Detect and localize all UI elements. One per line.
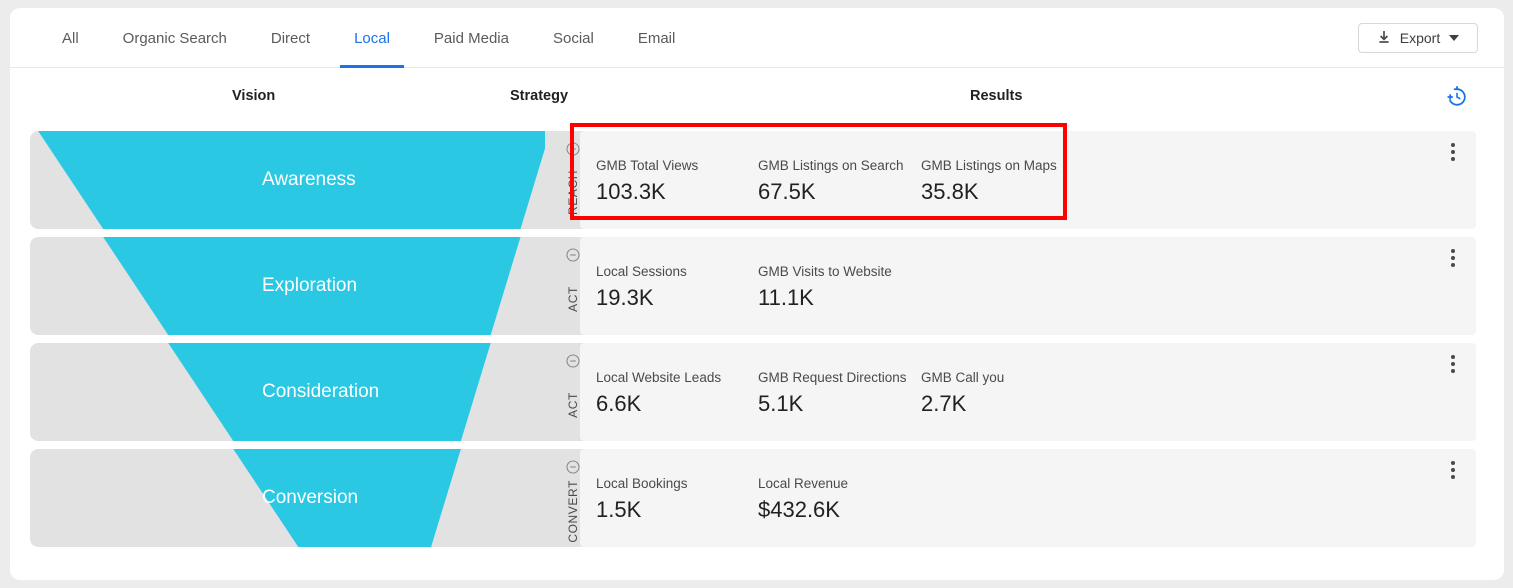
metric-value: 11.1K xyxy=(758,285,814,310)
tab-label: Social xyxy=(552,29,594,47)
metric-gmb-listings-on-search[interactable]: GMB Listings on Search 67.5K xyxy=(758,157,921,207)
more-vertical-icon[interactable] xyxy=(1442,245,1464,271)
funnel-stage-shape-exploration[interactable] xyxy=(30,237,572,335)
strategy-label: ACT xyxy=(565,286,580,312)
tab-label: Email xyxy=(637,29,676,47)
strategy-label: ACT xyxy=(565,392,580,418)
column-header-strategy: Strategy xyxy=(510,88,569,104)
tab-all[interactable]: All xyxy=(40,8,101,68)
metrics-list: Local Website Leads 6.6K GMB Request Dir… xyxy=(596,369,1081,419)
funnel-row-conversion: Conversion CONVERT Local Bookings 1.5K L… xyxy=(30,449,1476,547)
dot xyxy=(1451,475,1455,479)
dot xyxy=(1451,369,1455,373)
metric-gmb-call-you[interactable]: GMB Call you 2.7K xyxy=(921,369,1081,419)
metric-label: GMB Visits to Website xyxy=(758,264,892,279)
dot xyxy=(1451,355,1455,359)
funnel-stage-shape-consideration[interactable] xyxy=(30,343,572,441)
metric-value: 6.6K xyxy=(596,391,642,416)
metric-gmb-total-views[interactable]: GMB Total Views 103.3K xyxy=(596,157,758,207)
tab-paid-media[interactable]: Paid Media xyxy=(412,8,531,68)
dot xyxy=(1451,143,1455,147)
channel-tab-bar: All Organic Search Direct Local Paid Med… xyxy=(10,8,1504,68)
minus-circle-icon[interactable] xyxy=(565,142,580,161)
metrics-list: Local Sessions 19.3K GMB Visits to Websi… xyxy=(596,263,921,313)
metric-label: Local Revenue xyxy=(758,476,849,491)
history-clock-icon[interactable] xyxy=(1446,86,1468,113)
minus-circle-icon[interactable] xyxy=(565,248,580,267)
tab-label: All xyxy=(62,29,79,47)
metric-value: $432.6K xyxy=(758,497,840,522)
metric-label: GMB Call you xyxy=(921,370,1005,385)
tab-email[interactable]: Email xyxy=(616,8,698,68)
download-icon xyxy=(1377,30,1391,47)
export-label: Export xyxy=(1399,30,1441,46)
metric-label: GMB Listings on Maps xyxy=(921,158,1057,173)
dot xyxy=(1451,157,1455,161)
metric-value: 103.3K xyxy=(596,179,666,204)
funnel-slice xyxy=(38,131,551,229)
dot xyxy=(1451,249,1455,253)
tab-local[interactable]: Local xyxy=(332,8,412,68)
tab-list: All Organic Search Direct Local Paid Med… xyxy=(40,8,697,68)
funnel-row-exploration: Exploration ACT Local Sessions 19.3K GMB… xyxy=(30,237,1476,335)
results-panel-consideration: Local Website Leads 6.6K GMB Request Dir… xyxy=(580,343,1476,441)
funnel-stage-shape-conversion[interactable] xyxy=(30,449,572,547)
metric-value: 19.3K xyxy=(596,285,654,310)
metrics-list: GMB Total Views 103.3K GMB Listings on S… xyxy=(596,157,1081,207)
funnel-row-consideration: Consideration ACT Local Website Leads 6.… xyxy=(30,343,1476,441)
metric-label: Local Website Leads xyxy=(596,370,722,385)
tab-label: Local xyxy=(354,29,390,47)
dot xyxy=(1451,362,1455,366)
export-button[interactable]: Export xyxy=(1358,23,1478,53)
metric-label: GMB Total Views xyxy=(596,158,699,173)
funnel-stage-shape-awareness[interactable] xyxy=(30,131,572,229)
metric-value: 2.7K xyxy=(921,391,967,416)
metric-label: Local Bookings xyxy=(596,476,688,491)
strategy-label: CONVERT xyxy=(565,479,580,543)
results-panel-conversion: Local Bookings 1.5K Local Revenue $432.6… xyxy=(580,449,1476,547)
minus-circle-icon[interactable] xyxy=(565,460,580,479)
dot xyxy=(1451,461,1455,465)
metric-value: 5.1K xyxy=(758,391,804,416)
more-vertical-icon[interactable] xyxy=(1442,457,1464,483)
chevron-down-icon xyxy=(1449,35,1460,41)
dot xyxy=(1451,150,1455,154)
more-vertical-icon[interactable] xyxy=(1442,351,1464,377)
metric-value: 35.8K xyxy=(921,179,979,204)
column-header-vision: Vision xyxy=(232,88,276,104)
metric-value: 67.5K xyxy=(758,179,816,204)
funnel-report-card: All Organic Search Direct Local Paid Med… xyxy=(10,8,1504,580)
tab-label: Paid Media xyxy=(433,29,509,47)
more-vertical-icon[interactable] xyxy=(1442,139,1464,165)
metric-value: 1.5K xyxy=(596,497,642,522)
tab-label: Direct xyxy=(270,29,311,47)
metric-gmb-visits-to-website[interactable]: GMB Visits to Website 11.1K xyxy=(758,263,921,313)
metric-label: GMB Listings on Search xyxy=(758,158,904,173)
tab-direct[interactable]: Direct xyxy=(249,8,332,68)
metric-local-sessions[interactable]: Local Sessions 19.3K xyxy=(596,263,758,313)
metric-gmb-request-directions[interactable]: GMB Request Directions 5.1K xyxy=(758,369,921,419)
metric-local-website-leads[interactable]: Local Website Leads 6.6K xyxy=(596,369,758,419)
dot xyxy=(1451,468,1455,472)
metric-label: GMB Request Directions xyxy=(758,370,907,385)
results-panel-exploration: Local Sessions 19.3K GMB Visits to Websi… xyxy=(580,237,1476,335)
metric-label: Local Sessions xyxy=(596,264,687,279)
dot xyxy=(1451,256,1455,260)
minus-circle-icon[interactable] xyxy=(565,354,580,373)
dot xyxy=(1451,263,1455,267)
metric-local-bookings[interactable]: Local Bookings 1.5K xyxy=(596,475,758,525)
metrics-list: Local Bookings 1.5K Local Revenue $432.6… xyxy=(596,475,921,525)
results-panel-awareness: GMB Total Views 103.3K GMB Listings on S… xyxy=(580,131,1476,229)
strategy-label: REACH xyxy=(565,170,580,216)
column-header-row: Vision Strategy Results xyxy=(10,68,1504,120)
metric-local-revenue[interactable]: Local Revenue $432.6K xyxy=(758,475,921,525)
tab-label: Organic Search xyxy=(122,29,227,47)
tab-organic-search[interactable]: Organic Search xyxy=(101,8,249,68)
funnel-row-awareness: Awareness REACH GMB Total Views 103.3K G… xyxy=(30,131,1476,229)
metric-gmb-listings-on-maps[interactable]: GMB Listings on Maps 35.8K xyxy=(921,157,1081,207)
tab-social[interactable]: Social xyxy=(531,8,616,68)
column-header-results: Results xyxy=(970,88,1023,104)
funnel-rows: Awareness REACH GMB Total Views 103.3K G… xyxy=(10,118,1504,558)
